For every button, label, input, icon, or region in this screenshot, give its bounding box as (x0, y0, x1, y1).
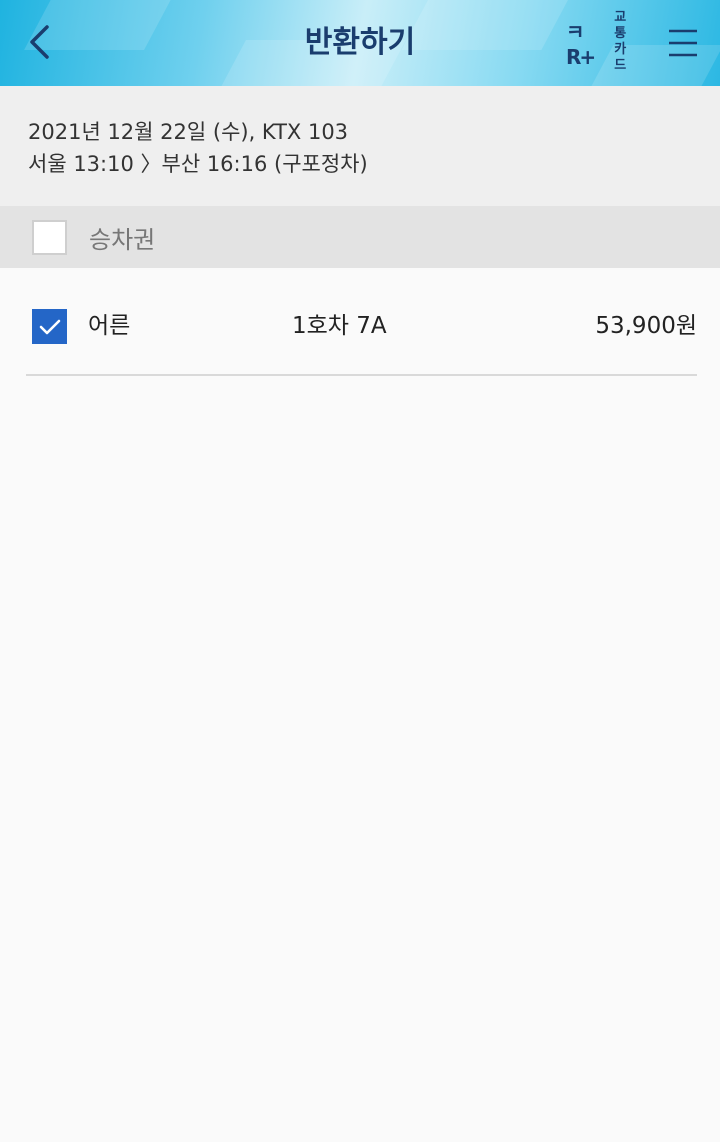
ticket-checkbox[interactable] (32, 309, 67, 344)
ticket-passenger-type: 어른 (88, 313, 131, 339)
ticket-row[interactable]: 어른 1호차 7A 53,900원 (26, 278, 697, 376)
logo-line2: 카드 (614, 42, 627, 73)
trip-route: 서울 13:10 〉부산 16:16 (구포정차) (28, 152, 368, 176)
page-title: 반환하기 (304, 25, 416, 60)
back-button[interactable] (16, 18, 64, 66)
logo-line1: 교통 (614, 10, 627, 41)
logo-mark: ㅋR+ (566, 19, 596, 69)
select-all-row[interactable]: 승차권 (0, 206, 720, 268)
logo-text: 교통 카드 (614, 10, 638, 74)
transport-card-logo[interactable]: ㅋR+ 교통 카드 (566, 10, 638, 73)
trip-date-train: 2021년 12월 22일 (수), KTX 103 (28, 120, 349, 144)
hamburger-menu-icon (669, 29, 697, 57)
menu-button[interactable] (660, 20, 706, 66)
chevron-left-icon (30, 25, 49, 59)
ticket-seat: 1호차 7A (292, 313, 387, 339)
check-icon (39, 319, 60, 334)
select-all-checkbox[interactable] (32, 219, 67, 255)
trip-info: 2021년 12월 22일 (수), KTX 103 서울 13:10 〉부산 … (0, 86, 720, 206)
app-header: 반환하기 ㅋR+ 교통 카드 (0, 0, 720, 86)
select-all-label: 승차권 (89, 225, 156, 254)
ticket-price: 53,900원 (595, 313, 697, 339)
